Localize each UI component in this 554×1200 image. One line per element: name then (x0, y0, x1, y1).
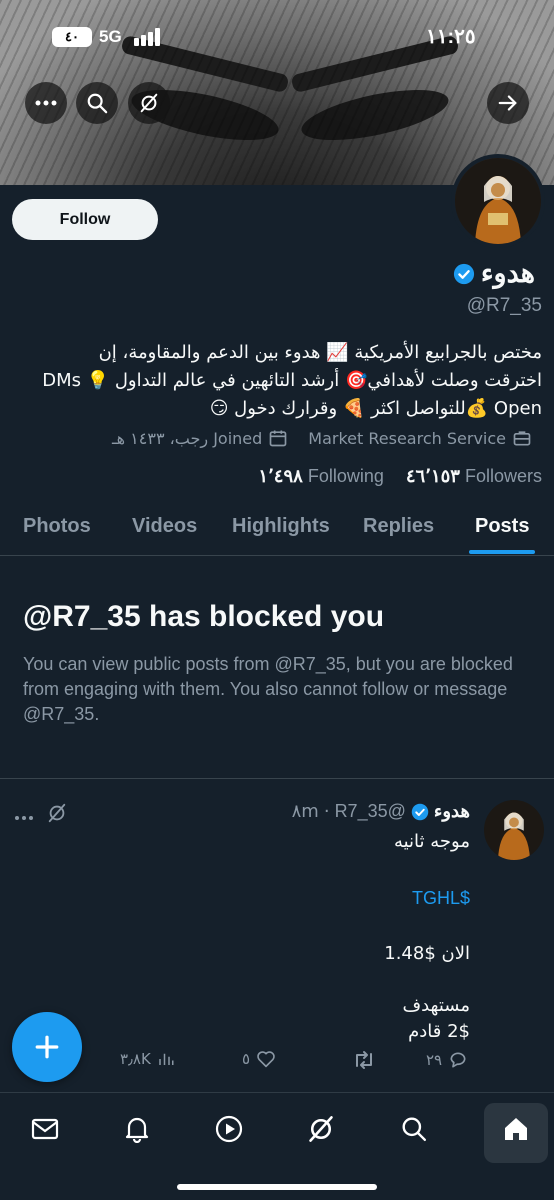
blocked-description: You can view public posts from @R7_35, b… (23, 654, 513, 724)
reply-count: ٢٩ (426, 1051, 443, 1069)
following-link[interactable]: ١٬٤٩٨ Following (258, 466, 383, 487)
tab-photos[interactable]: Photos (23, 515, 91, 538)
profile-avatar[interactable] (451, 154, 545, 248)
post-line: مستهدف (402, 995, 470, 1016)
calendar-icon (269, 430, 287, 447)
tab-videos[interactable]: Videos (132, 515, 197, 538)
nav-search[interactable] (396, 1111, 432, 1147)
reply-icon (450, 1052, 466, 1068)
post-timestamp[interactable]: ٨m (292, 801, 319, 822)
compose-post-button[interactable] (12, 1012, 82, 1082)
post-more-button[interactable] (14, 806, 34, 820)
home-indicator (177, 1184, 377, 1190)
followers-link[interactable]: ٤٦٬١٥٣ Followers (406, 466, 542, 487)
bio-line: مختص بالجرابيع الأمريكية 📈 هدوء بين الدع… (98, 342, 542, 363)
active-tab-indicator (469, 550, 535, 554)
tab-highlights[interactable]: Highlights (232, 515, 330, 538)
post-avatar[interactable] (484, 800, 544, 860)
battery-indicator: ٤٠ (52, 27, 92, 47)
follow-button[interactable]: Follow (12, 199, 158, 240)
plus-icon (35, 1035, 59, 1059)
post-handle[interactable]: @R7_35 (335, 801, 406, 822)
cashtag-link[interactable]: $TGHL (384, 885, 470, 911)
signal-icon (134, 28, 162, 46)
reply-button[interactable]: ٢٩ (426, 1050, 468, 1070)
home-icon (505, 1118, 527, 1140)
nav-videos[interactable] (211, 1111, 247, 1147)
nav-grok[interactable] (303, 1111, 339, 1147)
grok-button[interactable] (128, 82, 170, 124)
like-button[interactable]: ٥ (242, 1050, 276, 1068)
views-count: ٣٫٨K (120, 1050, 151, 1068)
verified-badge-icon (411, 803, 429, 820)
profile-category[interactable]: Market Research Service (308, 429, 506, 448)
post-line: موجه ثانيه (393, 831, 470, 852)
views-button[interactable]: ٣٫٨K (120, 1050, 175, 1068)
more-icon (35, 100, 57, 106)
search-icon (402, 1117, 427, 1142)
retweet-icon[interactable] (352, 1050, 376, 1070)
profile-bio: مختص بالجرابيع الأمريكية 📈 هدوء بين الدع… (12, 339, 542, 423)
mail-icon (31, 1118, 59, 1140)
bell-icon (125, 1117, 149, 1143)
divider (0, 555, 554, 556)
nav-messages[interactable] (27, 1111, 63, 1147)
nav-home[interactable] (498, 1111, 534, 1147)
back-button[interactable] (487, 82, 529, 124)
grok-icon (309, 1116, 333, 1142)
more-icon (15, 816, 33, 820)
post-line: 2$ قادم (408, 1021, 470, 1042)
profile-display-name: هدوء (480, 258, 535, 288)
play-icon (215, 1115, 243, 1143)
search-icon (87, 93, 108, 114)
avatar-image (455, 158, 541, 244)
tab-posts[interactable]: Posts (475, 515, 529, 538)
tab-replies[interactable]: Replies (363, 515, 434, 538)
verified-badge-icon[interactable] (453, 263, 475, 285)
heart-icon (257, 1051, 275, 1068)
blocked-title: @R7_35 has blocked you (23, 600, 385, 633)
status-time: ١١:٢٥ (426, 26, 476, 48)
network-label: 5G (99, 27, 122, 46)
following-label: Following (307, 466, 384, 486)
briefcase-icon (513, 431, 531, 446)
bio-line: اخترقت وصلت لأهدافي🎯 أرشد التائهين في عا… (42, 370, 542, 391)
bio-line: Open 💰للتواصل اكثر 🍕 وقرارك دخول 😏 (209, 398, 542, 419)
post-author-name[interactable]: هدوء (434, 801, 470, 822)
avatar-image (484, 800, 544, 860)
followers-count: ٤٦٬١٥٣ (405, 466, 460, 486)
like-count: ٥ (242, 1050, 251, 1068)
nav-notifications[interactable] (119, 1111, 155, 1147)
post-line: الان $1.48 (384, 943, 470, 964)
divider (0, 778, 554, 779)
more-options-button[interactable] (25, 82, 67, 124)
grok-icon[interactable] (46, 802, 68, 824)
following-count: ١٬٤٩٨ (258, 466, 303, 486)
followers-label: Followers (464, 466, 542, 486)
views-icon (159, 1053, 174, 1065)
profile-joined-date: Joined رجب، ١٤٣٣ هـ (111, 428, 263, 448)
profile-handle: @R7_35 (466, 295, 542, 316)
arrow-right-icon (498, 95, 517, 111)
grok-icon (140, 93, 158, 113)
search-button[interactable] (76, 82, 118, 124)
post-text: موجه ثانيه $TGHL الان $1.48 مستهدف 2$ قا… (384, 829, 470, 1045)
